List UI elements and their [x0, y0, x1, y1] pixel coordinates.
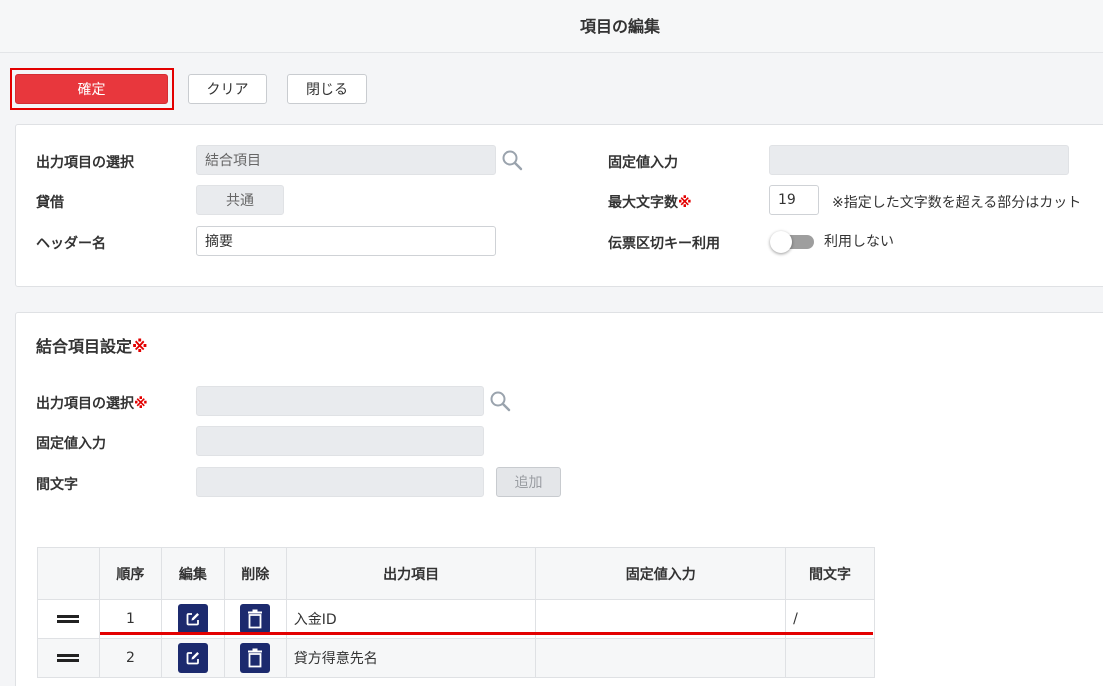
fixed-value-input[interactable] [769, 145, 1069, 175]
separator-input[interactable] [196, 467, 484, 497]
output-item-value: 結合項目 [205, 153, 261, 169]
table-row: 2 貸方得意先名 [37, 638, 875, 678]
fixed-value-label: 固定値入力 [608, 155, 678, 171]
delete-button[interactable] [240, 604, 271, 634]
debit-credit-field: 共通 [196, 185, 284, 215]
max-chars-label-text: 最大文字数 [608, 195, 678, 211]
edit-icon [186, 613, 199, 626]
col-order: 順序 [98, 547, 162, 600]
combine-output-item-label: 出力項目の選択※ [36, 393, 148, 413]
col-output-item: 出力項目 [285, 547, 537, 600]
drag-handle-icon [57, 654, 80, 662]
drag-handle[interactable] [37, 638, 100, 678]
combine-section-title: 結合項目設定※ [36, 333, 148, 357]
edit-button[interactable] [177, 643, 208, 673]
row-highlight-underline [100, 632, 873, 635]
voucher-split-toggle-label: 利用しない [824, 234, 894, 250]
max-chars-input[interactable]: 19 [769, 185, 819, 215]
page-title: 項目の編集 [579, 17, 660, 36]
voucher-split-toggle[interactable] [770, 231, 814, 253]
confirm-button[interactable]: 確定 [15, 74, 168, 104]
row-order: 2 [98, 638, 162, 678]
combine-fixed-value-label: 固定値入力 [36, 436, 106, 452]
combine-section-title-text: 結合項目設定 [36, 337, 133, 356]
combine-output-item-field[interactable] [196, 386, 484, 416]
col-delete: 削除 [223, 547, 287, 600]
clear-button[interactable]: クリア [188, 74, 267, 104]
header-name-input[interactable]: 摘要 [196, 226, 496, 256]
trash-icon [248, 609, 263, 629]
edit-cell [160, 638, 225, 678]
header-name-label: ヘッダー名 [36, 236, 106, 252]
search-icon[interactable] [501, 149, 523, 171]
debit-credit-label: 貸借 [36, 195, 64, 211]
delete-cell [223, 638, 287, 678]
required-mark: ※ [132, 337, 148, 356]
separator-label: 間文字 [36, 477, 78, 493]
max-chars-value: 19 [778, 192, 796, 208]
combine-fixed-value-input[interactable] [196, 426, 484, 456]
output-item-label: 出力項目の選択 [36, 155, 134, 171]
drag-handle-icon [57, 615, 80, 623]
edit-button[interactable] [177, 604, 208, 634]
close-button[interactable]: 閉じる [287, 74, 367, 104]
col-handle [37, 547, 100, 600]
required-mark: ※ [678, 195, 692, 211]
row-separator [785, 638, 875, 678]
output-item-field[interactable]: 結合項目 [196, 145, 496, 175]
max-chars-label: 最大文字数※ [608, 192, 692, 212]
row-fixed-value [535, 638, 787, 678]
search-icon[interactable] [489, 390, 511, 412]
header-name-value: 摘要 [205, 234, 233, 250]
voucher-split-label: 伝票区切キー利用 [608, 236, 720, 252]
combine-items-table: 順序 編集 削除 出力項目 固定値入力 間文字 1 入金ID / 2 貸方得意先… [37, 547, 875, 678]
drag-handle[interactable] [37, 599, 100, 639]
col-edit: 編集 [160, 547, 225, 600]
trash-icon [248, 648, 263, 668]
title-bar: 項目の編集 [0, 0, 1103, 53]
combine-output-item-label-text: 出力項目の選択 [36, 396, 134, 412]
col-fixed-value: 固定値入力 [535, 547, 787, 600]
col-separator: 間文字 [785, 547, 875, 600]
toggle-knob [770, 231, 792, 253]
delete-button[interactable] [240, 643, 271, 673]
debit-credit-value: 共通 [226, 193, 254, 209]
table-header-row: 順序 編集 削除 出力項目 固定値入力 間文字 [37, 547, 875, 600]
required-mark: ※ [134, 396, 148, 412]
row-output-item: 貸方得意先名 [285, 638, 537, 678]
edit-icon [186, 652, 199, 665]
max-chars-note: ※指定した文字数を超える部分はカット [832, 195, 1082, 211]
add-button[interactable]: 追加 [496, 467, 561, 497]
